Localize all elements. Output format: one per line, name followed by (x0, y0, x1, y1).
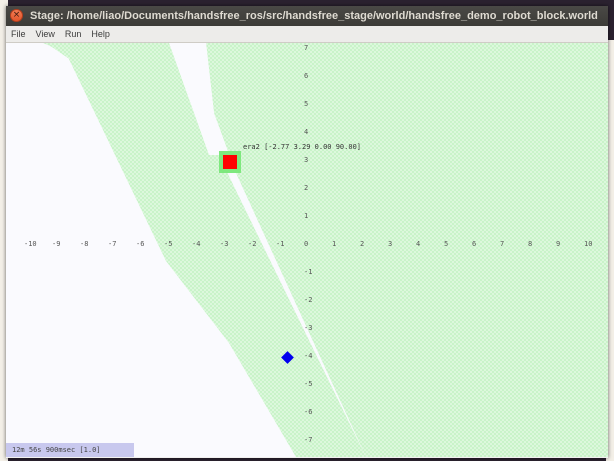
y-tick-label: 1 (304, 212, 308, 220)
x-tick-label: 2 (360, 240, 364, 248)
robot-pose-label: era2 [-2.77 3.29 0.00 90.00] (243, 143, 361, 151)
x-tick-label: -2 (248, 240, 256, 248)
y-tick-label: -2 (304, 296, 312, 304)
y-tick-label: 7 (304, 44, 308, 52)
menu-help[interactable]: Help (86, 26, 115, 42)
x-tick-label: 9 (556, 240, 560, 248)
window-title: Stage: /home/liao/Documents/handsfree_ro… (30, 10, 598, 22)
y-tick-label: -7 (304, 436, 312, 444)
y-tick-label: -3 (304, 324, 312, 332)
x-tick-label: -10 (24, 240, 37, 248)
x-tick-label: -7 (108, 240, 116, 248)
x-tick-label: -6 (136, 240, 144, 248)
y-tick-label: 6 (304, 72, 308, 80)
x-tick-label: 8 (528, 240, 532, 248)
y-tick-label: -4 (304, 352, 312, 360)
x-tick-label: -9 (52, 240, 60, 248)
y-tick-label: 3 (304, 156, 308, 164)
x-tick-label: -5 (164, 240, 172, 248)
robot-body[interactable] (223, 155, 237, 169)
menu-view[interactable]: View (31, 26, 60, 42)
y-tick-label: -1 (304, 268, 312, 276)
y-tick-label: 5 (304, 100, 308, 108)
x-tick-label: -3 (220, 240, 228, 248)
x-tick-label: 7 (500, 240, 504, 248)
world-canvas[interactable]: -10 -9 -8 -7 -6 -5 -4 -3 -2 -1 0 1 2 3 4 5 6 7 8 9 10 765432… (6, 43, 608, 457)
stage-window: × Stage: /home/liao/Documents/handsfree_… (6, 6, 608, 458)
menu-file[interactable]: File (6, 26, 31, 42)
x-tick-label: 10 (584, 240, 592, 248)
y-tick-label: 4 (304, 128, 308, 136)
x-tick-label: 1 (332, 240, 336, 248)
close-button[interactable]: × (10, 9, 23, 22)
y-tick-label: -6 (304, 408, 312, 416)
y-tick-label: -5 (304, 380, 312, 388)
x-tick-label: 4 (416, 240, 420, 248)
title-bar[interactable]: × Stage: /home/liao/Documents/handsfree_… (6, 6, 608, 26)
x-tick-label: 0 (304, 240, 308, 248)
y-tick-label: 2 (304, 184, 308, 192)
x-tick-label: -8 (80, 240, 88, 248)
menu-run[interactable]: Run (60, 26, 87, 42)
x-tick-label: 6 (472, 240, 476, 248)
x-tick-label: -1 (276, 240, 284, 248)
status-bar: 12m 56s 900msec [1.0] (6, 443, 134, 457)
world-view[interactable]: -10 -9 -8 -7 -6 -5 -4 -3 -2 -1 0 1 2 3 4 5 6 7 8 9 10 765432… (6, 43, 608, 457)
menu-bar: File View Run Help (6, 26, 608, 43)
x-tick-label: 5 (444, 240, 448, 248)
x-tick-label: -4 (192, 240, 200, 248)
x-tick-label: 3 (388, 240, 392, 248)
